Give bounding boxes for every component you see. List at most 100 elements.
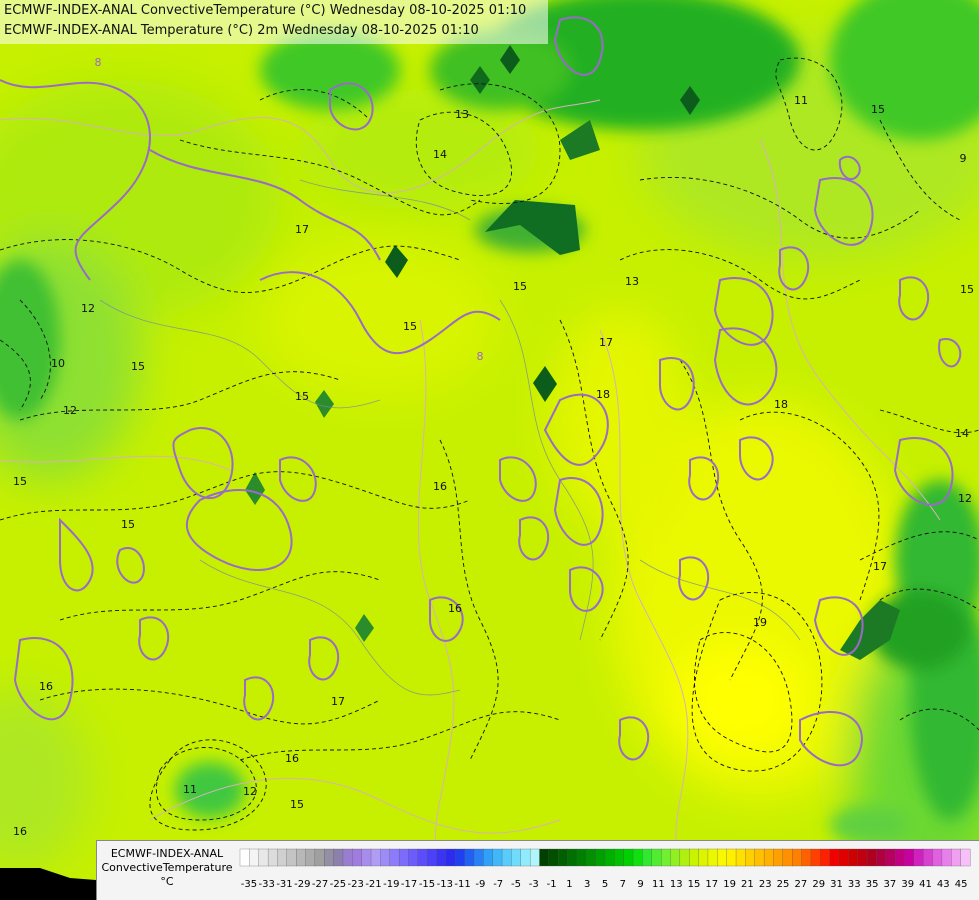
contour-label: 19 (753, 616, 767, 629)
contour-label: 14 (433, 148, 447, 161)
legend-swatch (558, 848, 569, 867)
legend-swatch (333, 848, 344, 867)
legend-swatch (361, 848, 372, 867)
legend-swatch (548, 848, 559, 867)
legend-swatch (951, 848, 962, 867)
legend-swatch (567, 848, 578, 867)
legend-tick-label: 33 (848, 879, 861, 890)
contour-label: 17 (873, 560, 887, 573)
map-viewer: 17 15 15 16 13 13 14 15 15 18 17 18 16 16 19 17 16 15 16 15… (0, 0, 979, 900)
legend-tick-label: 27 (795, 879, 808, 890)
legend-swatch (913, 848, 924, 867)
map-title-2m-temperature: ECMWF-INDEX-ANAL Temperature (°C) 2m Wed… (4, 23, 479, 38)
legend-swatch (352, 848, 363, 867)
contour-label: 11 (183, 783, 197, 796)
map-title-box: ECMWF-INDEX-ANAL ConvectiveTemperature (… (0, 0, 548, 44)
legend-swatch (866, 848, 877, 867)
legend-tick-label: 13 (670, 879, 683, 890)
legend-tick-label: -25 (330, 879, 346, 890)
contour-label: 15 (513, 280, 527, 293)
legend-swatch (277, 848, 288, 867)
legend-swatch (707, 848, 718, 867)
legend-swatch (539, 848, 550, 867)
legend-swatch (473, 848, 484, 867)
legend-swatch (894, 848, 905, 867)
legend-swatch (492, 848, 503, 867)
legend-tick-label: 25 (777, 879, 790, 890)
legend-tick-label: -11 (454, 879, 470, 890)
legend-tick-label: 41 (919, 879, 932, 890)
legend-tick-label: -19 (383, 879, 399, 890)
legend-swatch (689, 848, 700, 867)
contour-label: 10 (51, 357, 65, 370)
contour-label: 15 (121, 518, 135, 531)
legend-swatch (436, 848, 447, 867)
contour-label: 12 (63, 404, 77, 417)
legend-swatch (960, 848, 971, 867)
legend-swatch (529, 848, 540, 867)
legend-swatch (885, 848, 896, 867)
legend-swatch (829, 848, 840, 867)
legend-tick-label: 37 (884, 879, 897, 890)
legend-tick-label: -1 (547, 879, 557, 890)
legend-swatch (801, 848, 812, 867)
legend-tick-label: 1 (566, 879, 572, 890)
legend-swatch (857, 848, 868, 867)
legend-tick-label: -23 (348, 879, 364, 890)
contour-label: 16 (448, 602, 462, 615)
legend-swatch (754, 848, 765, 867)
contour-label: 17 (295, 223, 309, 236)
legend-swatch (445, 848, 456, 867)
legend-tick-label: 11 (652, 879, 665, 890)
legend-tick-label: 43 (937, 879, 950, 890)
legend-tick-label: -27 (312, 879, 328, 890)
legend-tick-label: -31 (276, 879, 292, 890)
weather-map[interactable]: 1715151613131415151817181616191716151615… (0, 0, 979, 900)
legend-tick-label: 29 (812, 879, 825, 890)
contour-label: 16 (13, 825, 27, 838)
legend-tick-label: -29 (294, 879, 310, 890)
contour-label: 12 (243, 785, 257, 798)
legend-swatch (305, 848, 316, 867)
contour-label: 15 (290, 798, 304, 811)
legend-swatch (614, 848, 625, 867)
legend-tick-label: 23 (759, 879, 772, 890)
contour-label: 8 (477, 350, 484, 363)
legend-swatch (876, 848, 887, 867)
legend-tick-label: -13 (437, 879, 453, 890)
legend-swatch (810, 848, 821, 867)
legend-swatch (848, 848, 859, 867)
legend-tick-label: -7 (493, 879, 503, 890)
legend-swatch (642, 848, 653, 867)
legend-swatch (370, 848, 381, 867)
legend-swatch (417, 848, 428, 867)
legend-swatch (726, 848, 737, 867)
contour-label: 14 (955, 427, 969, 440)
legend-tick-label: 19 (723, 879, 736, 890)
legend-swatch (398, 848, 409, 867)
legend-swatch (698, 848, 709, 867)
legend-swatch (267, 848, 278, 867)
contour-label: 18 (596, 388, 610, 401)
contour-label: 15 (131, 360, 145, 373)
contour-label: 16 (285, 752, 299, 765)
legend-swatch (838, 848, 849, 867)
legend-tick-label: -3 (529, 879, 539, 890)
contour-label: 13 (455, 108, 469, 121)
contour-label: 17 (331, 695, 345, 708)
legend-swatch (314, 848, 325, 867)
legend-swatch (286, 848, 297, 867)
legend-swatch (455, 848, 466, 867)
legend-swatch (389, 848, 400, 867)
legend-swatch (408, 848, 419, 867)
legend-tick-label: 45 (955, 879, 968, 890)
contour-label: 15 (871, 103, 885, 116)
legend-tick-label: -15 (419, 879, 435, 890)
legend-tick-label: -17 (401, 879, 417, 890)
legend-swatch (679, 848, 690, 867)
legend-swatch (520, 848, 531, 867)
color-legend: ECMWF-INDEX-ANAL ConvectiveTemperature °… (96, 840, 979, 900)
legend-swatch (380, 848, 391, 867)
legend-swatch (773, 848, 784, 867)
contour-label: 15 (960, 283, 974, 296)
